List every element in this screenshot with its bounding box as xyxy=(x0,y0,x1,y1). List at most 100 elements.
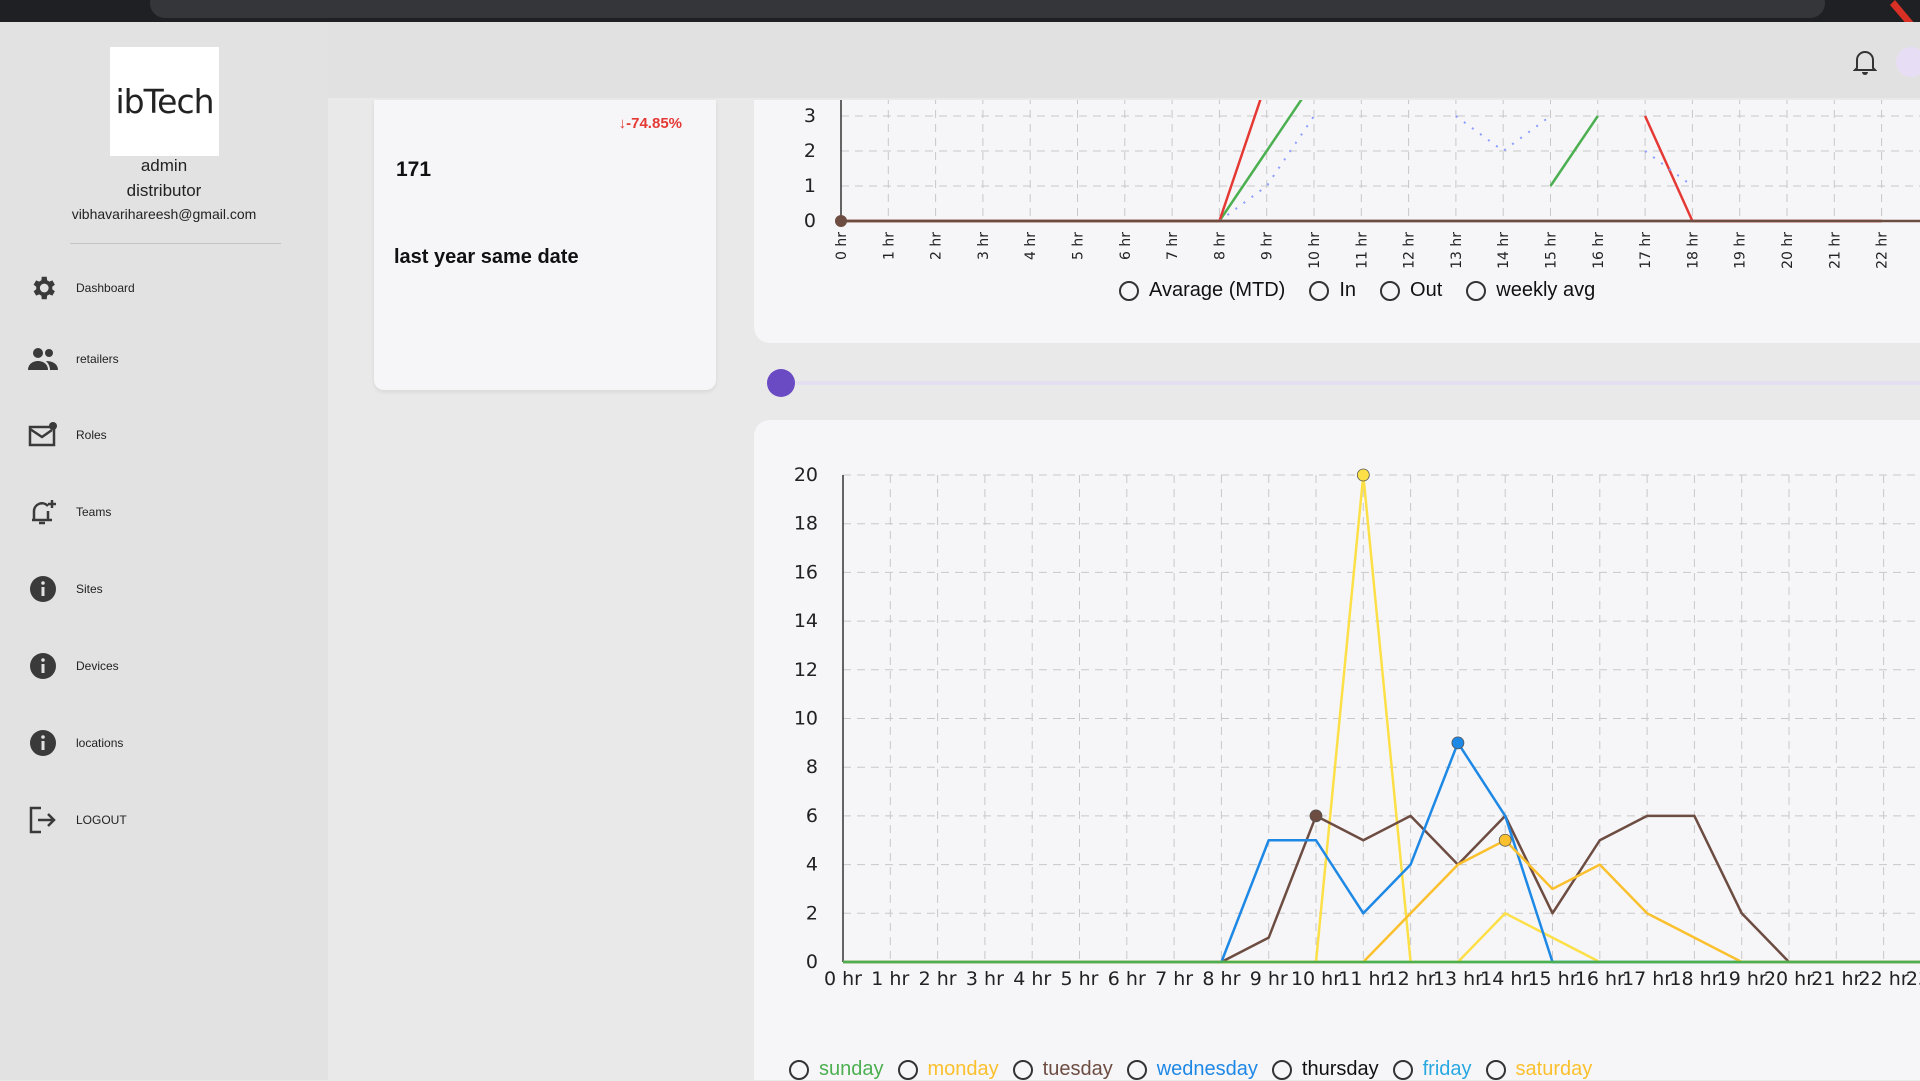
y-tick-label: 14 xyxy=(794,610,818,632)
sidebar-item-label: Dashboard xyxy=(76,281,135,295)
weekday-hourly-chart: 0 2 4 6 8 10 12 14 16 18 20 0 hr 1 hr 2 hr 3 hr 4 hr 5 h… xyxy=(794,464,1920,990)
legend-item-out[interactable]: Out xyxy=(1380,279,1442,302)
legend-item-monday[interactable]: monday xyxy=(897,1058,999,1081)
legend-item-avarage-mtd-[interactable]: Avarage (MTD) xyxy=(1119,279,1285,302)
sidebar-item-logout[interactable]: LOGOUT xyxy=(24,800,127,840)
legend-label: weekly avg xyxy=(1496,279,1596,301)
x-tick-label: 17 hr xyxy=(1622,968,1672,990)
sidebar: ibTech admin distributor vibhavariharees… xyxy=(0,22,328,1080)
x-tick-label: 8 hr xyxy=(1212,232,1228,260)
x-tick-label: 5 hr xyxy=(1061,968,1099,990)
x-tick-label: 2 hr xyxy=(929,232,945,260)
legend-item-weekly-avg[interactable]: weekly avg xyxy=(1466,279,1595,302)
x-tick-label: 2 hr xyxy=(919,968,957,990)
y-tick-label: 0 xyxy=(806,951,818,973)
y-tick-label: 2 xyxy=(806,902,818,924)
radio-icon[interactable] xyxy=(1119,280,1139,301)
x-tick-label: 20 hr xyxy=(1764,968,1814,990)
radio-icon[interactable] xyxy=(1309,280,1330,301)
sidebar-item-label: Devices xyxy=(76,659,119,673)
sidebar-item-teams[interactable]: Teams xyxy=(24,492,111,532)
legend-label: Out xyxy=(1410,279,1443,301)
sidebar-item-roles[interactable]: Roles xyxy=(24,415,107,455)
sidebar-item-devices[interactable]: Devices xyxy=(24,646,119,686)
x-tick-label: 12 hr xyxy=(1402,232,1418,269)
x-tick-label: 0 hr xyxy=(824,968,862,990)
x-tick-label: 1 hr xyxy=(881,232,897,260)
y-tick-label: 18 xyxy=(794,513,818,535)
people-icon xyxy=(24,340,62,378)
sidebar-item-locations[interactable]: locations xyxy=(24,723,123,763)
radio-icon[interactable] xyxy=(1466,280,1487,301)
radio-icon[interactable] xyxy=(1271,1059,1292,1080)
radio-icon[interactable] xyxy=(1012,1059,1033,1080)
series-line-tuesday xyxy=(843,814,1920,964)
legend-label: thursday xyxy=(1301,1058,1379,1080)
legend-label: friday xyxy=(1422,1058,1472,1080)
x-tick-label: 14 hr xyxy=(1496,232,1512,269)
x-tick-label: 7 hr xyxy=(1155,968,1193,990)
sidebar-item-label: Roles xyxy=(76,428,107,442)
legend-item-saturday[interactable]: saturday xyxy=(1485,1058,1592,1081)
radio-icon[interactable] xyxy=(1380,280,1401,301)
data-point xyxy=(1498,833,1512,847)
x-tick-label: 5 hr xyxy=(1071,232,1087,260)
hourly-chart-card: 0 1 2 3 0 hr 1 hr 2 hr 3 hr 4 hr 5 hr 6 hr 7 hr 8 hr… xyxy=(754,100,1920,343)
data-point xyxy=(1451,736,1465,750)
slider-track[interactable] xyxy=(795,381,1920,385)
radio-icon[interactable] xyxy=(1485,1059,1506,1080)
legend-label: sunday xyxy=(819,1058,884,1080)
radio-icon[interactable] xyxy=(789,1059,809,1080)
y-tick-label: 4 xyxy=(806,854,818,876)
notification-bell-icon[interactable] xyxy=(1852,49,1878,80)
weekday-legend: sunday monday tuesday wednesday thursday frid… xyxy=(789,1058,1606,1081)
slider-thumb[interactable] xyxy=(767,369,795,397)
company-logo: ibTech xyxy=(110,47,219,156)
x-tick-label: 17 hr xyxy=(1638,232,1654,269)
weekday-chart-card: 0 2 4 6 8 10 12 14 16 18 20 0 hr 1 hr 2 hr 3 hr 4 hr 5 h… xyxy=(754,420,1920,1080)
sidebar-item-label: locations xyxy=(76,736,124,750)
profile-email: vibhavarihareesh@gmail.com xyxy=(71,206,257,222)
legend-label: monday xyxy=(927,1058,999,1080)
radio-icon[interactable] xyxy=(1126,1059,1147,1080)
sidebar-item-retailers[interactable]: retailers xyxy=(24,339,119,379)
x-tick-label: 3 hr xyxy=(966,968,1004,990)
x-tick-label: 3 hr xyxy=(976,232,992,260)
browser-toolbar xyxy=(0,0,1920,40)
x-tick-label: 0 hr xyxy=(834,232,850,260)
legend-item-sunday[interactable]: sunday xyxy=(789,1058,884,1081)
radio-icon[interactable] xyxy=(897,1059,918,1080)
legend-item-thursday[interactable]: thursday xyxy=(1271,1058,1379,1081)
y-tick-label: 0 xyxy=(804,210,816,232)
profile-org: distributor xyxy=(126,181,202,200)
x-tick-label: 12 hr xyxy=(1386,968,1436,990)
legend-item-tuesday[interactable]: tuesday xyxy=(1012,1058,1113,1081)
y-tick-label: 3 xyxy=(804,105,816,127)
x-tick-label: 14 hr xyxy=(1480,968,1530,990)
logout-icon xyxy=(24,801,62,839)
avatar[interactable] xyxy=(1896,47,1920,77)
sidebar-item-sites[interactable]: Sites xyxy=(24,569,103,609)
sidebar-item-dashboard[interactable]: Dashboard xyxy=(24,268,135,308)
series-line-thursday xyxy=(843,839,1920,964)
info-icon xyxy=(24,570,62,608)
x-tick-label: 11 hr xyxy=(1354,232,1370,269)
x-tick-label: 6 hr xyxy=(1108,968,1146,990)
x-tick-label: 11 hr xyxy=(1338,968,1388,990)
sidebar-item-label: Sites xyxy=(76,582,103,596)
sidebar-item-label: LOGOUT xyxy=(76,813,127,827)
legend-label: tuesday xyxy=(1042,1058,1113,1080)
series-line-out xyxy=(841,100,1262,223)
x-tick-label: 23 hr xyxy=(1906,968,1920,990)
legend-label: Avarage (MTD) xyxy=(1149,279,1286,301)
comparison-label: last year same date xyxy=(394,246,579,268)
legend-item-friday[interactable]: friday xyxy=(1392,1058,1472,1081)
legend-label: wednesday xyxy=(1156,1058,1258,1080)
x-tick-label: 9 hr xyxy=(1250,968,1288,990)
y-tick-label: 1 xyxy=(804,175,816,197)
legend-item-wednesday[interactable]: wednesday xyxy=(1126,1058,1258,1081)
radio-icon[interactable] xyxy=(1392,1059,1413,1080)
x-tick-label: 21 hr xyxy=(1827,232,1843,269)
legend-item-in[interactable]: In xyxy=(1309,279,1356,302)
address-bar[interactable] xyxy=(150,0,1825,18)
